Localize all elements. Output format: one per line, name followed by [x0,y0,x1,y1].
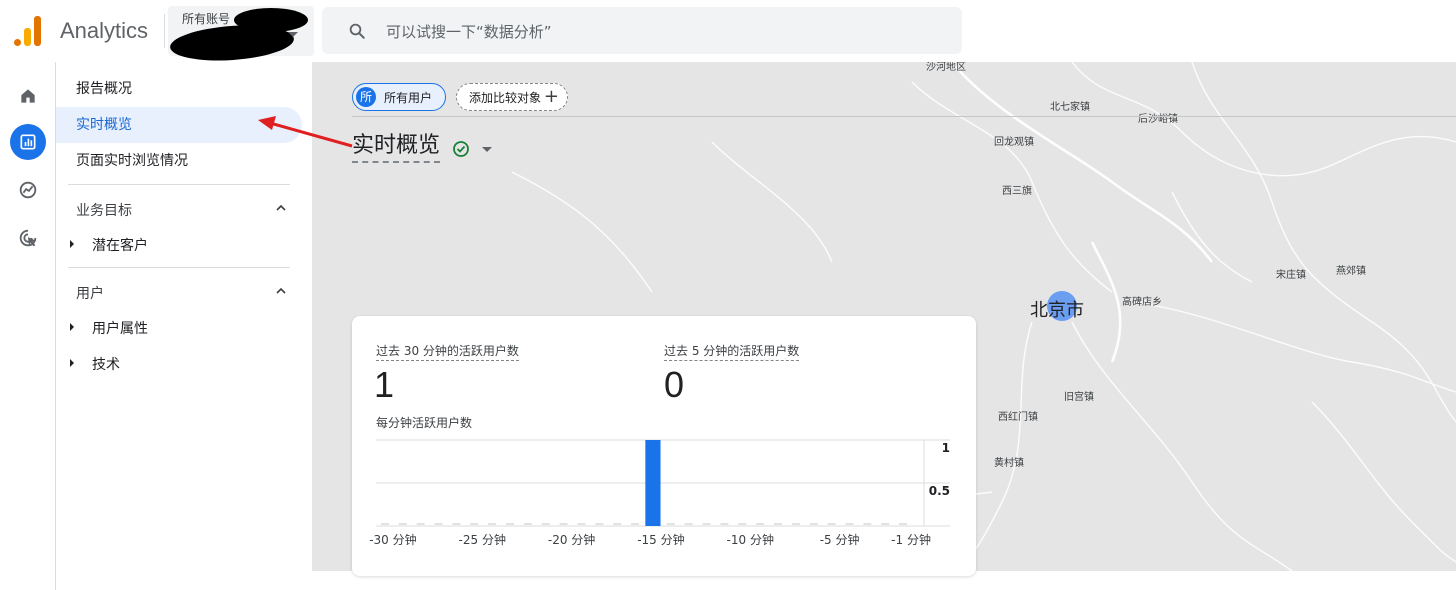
nav-section-user[interactable]: 用户 [76,283,104,303]
add-comparison-label: 添加比较对象 [469,90,542,105]
rail-home-button[interactable] [10,78,46,114]
left-rail [0,62,56,590]
map-label: 西三旗 [1002,186,1032,197]
map-label: 黄村镇 [994,458,1024,469]
nav-divider [68,267,290,268]
nav-item-report-overview[interactable]: 报告概况 [56,71,302,107]
all-users-avatar: 所 [356,87,376,107]
chart-xtick-label: -25 分钟 [459,532,506,547]
plus-icon: + [543,86,559,107]
chart-bar [645,440,661,526]
chart-xtick-label: -1 分钟 [891,532,931,547]
all-users-label: 所有用户 [384,90,433,105]
nav-divider [68,184,290,185]
chart-xtick-label: -30 分钟 [369,532,416,547]
nav-item-leads[interactable]: 潜在客户 [92,235,148,255]
rail-advertising-button[interactable] [10,220,46,256]
chart-xtick-label: -5 分钟 [820,532,860,547]
map-label-city: 北京市 [1030,300,1084,321]
all-users-chip[interactable]: 所 所有用户 [352,83,446,111]
advertising-icon [19,229,37,247]
home-icon [21,89,35,103]
chevron-up-icon[interactable] [276,203,286,213]
top-bar: Analytics 所有账号 可以试搜一下“数据分析” [0,0,1456,65]
page-title[interactable]: 实时概览 [352,132,441,163]
chevron-down-icon[interactable] [482,147,492,152]
annotation-arrow-icon [258,116,353,148]
chevron-up-icon[interactable] [276,286,286,296]
map-label: 高碑店乡 [1122,297,1162,308]
chart-ytick-label: 1 [942,441,950,455]
header-divider [164,14,165,48]
nav-item-user-attributes[interactable]: 用户属性 [92,318,148,338]
map-label: 宋庄镇 [1276,270,1306,281]
nav-section-business-objectives[interactable]: 业务目标 [76,200,132,220]
search-icon [349,23,365,39]
users-per-minute-chart: 1 0.5 -30 分钟 -25 分钟 -20 分钟 -15 分钟 -10 分钟 -5 分钟 -… [369,439,950,547]
map-label: 回龙观镇 [994,137,1034,148]
nav-item-tech[interactable]: 技术 [92,354,120,374]
reports-icon [20,134,36,150]
expand-arrow-icon[interactable] [70,323,74,331]
chart-xtick-label: -20 分钟 [548,532,595,547]
rail-explore-button[interactable] [10,172,46,208]
chart-ytick-label: 0.5 [929,484,950,498]
map-label: 后沙峪镇 [1138,114,1178,125]
map-label: 西红门镇 [998,412,1038,423]
app-title[interactable]: Analytics [60,18,148,44]
account-label: 所有账号 [182,12,231,26]
expand-arrow-icon[interactable] [70,240,74,248]
realtime-users-card: 过去 30 分钟的活跃用户数 1 过去 5 分钟的活跃用户数 0 每分钟活跃用户… [352,316,976,576]
redaction-mark [168,21,296,65]
search-placeholder: 可以试搜一下“数据分析” [386,23,552,41]
toolbar-divider [352,116,1456,117]
chart-xtick-label: -15 分钟 [637,532,684,547]
search-input[interactable]: 可以试搜一下“数据分析” [322,7,962,54]
map-label: 燕郊镇 [1336,266,1366,277]
expand-arrow-icon[interactable] [70,359,74,367]
chart-xtick-label: -10 分钟 [727,532,774,547]
account-selector[interactable]: 所有账号 [168,6,314,65]
add-comparison-button[interactable]: 添加比较对象 + [456,83,568,111]
map-label: 北七家镇 [1050,102,1090,113]
rail-reports-button[interactable] [10,124,46,160]
analytics-logo-icon[interactable] [14,16,42,46]
check-circle-icon[interactable] [452,140,470,158]
map-label: 旧宫镇 [1064,392,1094,403]
chevron-down-icon [288,32,298,37]
explore-icon [19,181,37,199]
map-label: 沙河地区 [926,62,966,73]
